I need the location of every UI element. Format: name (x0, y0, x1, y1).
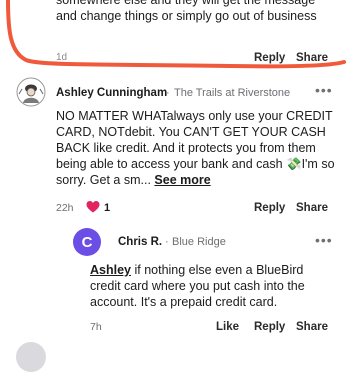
heart-icon[interactable] (86, 200, 100, 214)
comment-author[interactable]: Ashley Cunningham (56, 87, 167, 99)
reply-time: 7h (90, 321, 102, 333)
reply-button[interactable]: Reply (254, 202, 285, 214)
highlight-annotation (6, 0, 346, 69)
share-button[interactable]: Share (296, 321, 328, 333)
see-more-link[interactable]: See more (154, 173, 210, 187)
comment-body: NO MATTER WHATalways only use your CREDI… (56, 108, 338, 188)
reply-author[interactable]: Chris R. (118, 236, 162, 248)
next-comment-avatar[interactable] (16, 342, 46, 372)
more-options-icon[interactable]: ••• (315, 232, 333, 248)
reply-button[interactable]: Reply (254, 321, 285, 333)
comment-location[interactable]: The Trails at Riverstone (174, 87, 290, 99)
meta-separator: · (166, 87, 170, 99)
reply-location[interactable]: Blue Ridge (172, 236, 226, 248)
like-button[interactable]: Like (216, 321, 239, 333)
comment-time: 22h (56, 202, 74, 214)
ashley-avatar-icon[interactable] (16, 77, 46, 107)
more-options-icon[interactable]: ••• (315, 82, 333, 98)
mention-link[interactable]: Ashley (90, 263, 131, 277)
share-button[interactable]: Share (296, 202, 328, 214)
meta-separator: · (165, 236, 169, 248)
reply-body: Ashley if nothing else even a BlueBird c… (90, 262, 330, 310)
reaction-count: 1 (104, 202, 111, 214)
chris-avatar[interactable]: C (73, 228, 101, 256)
